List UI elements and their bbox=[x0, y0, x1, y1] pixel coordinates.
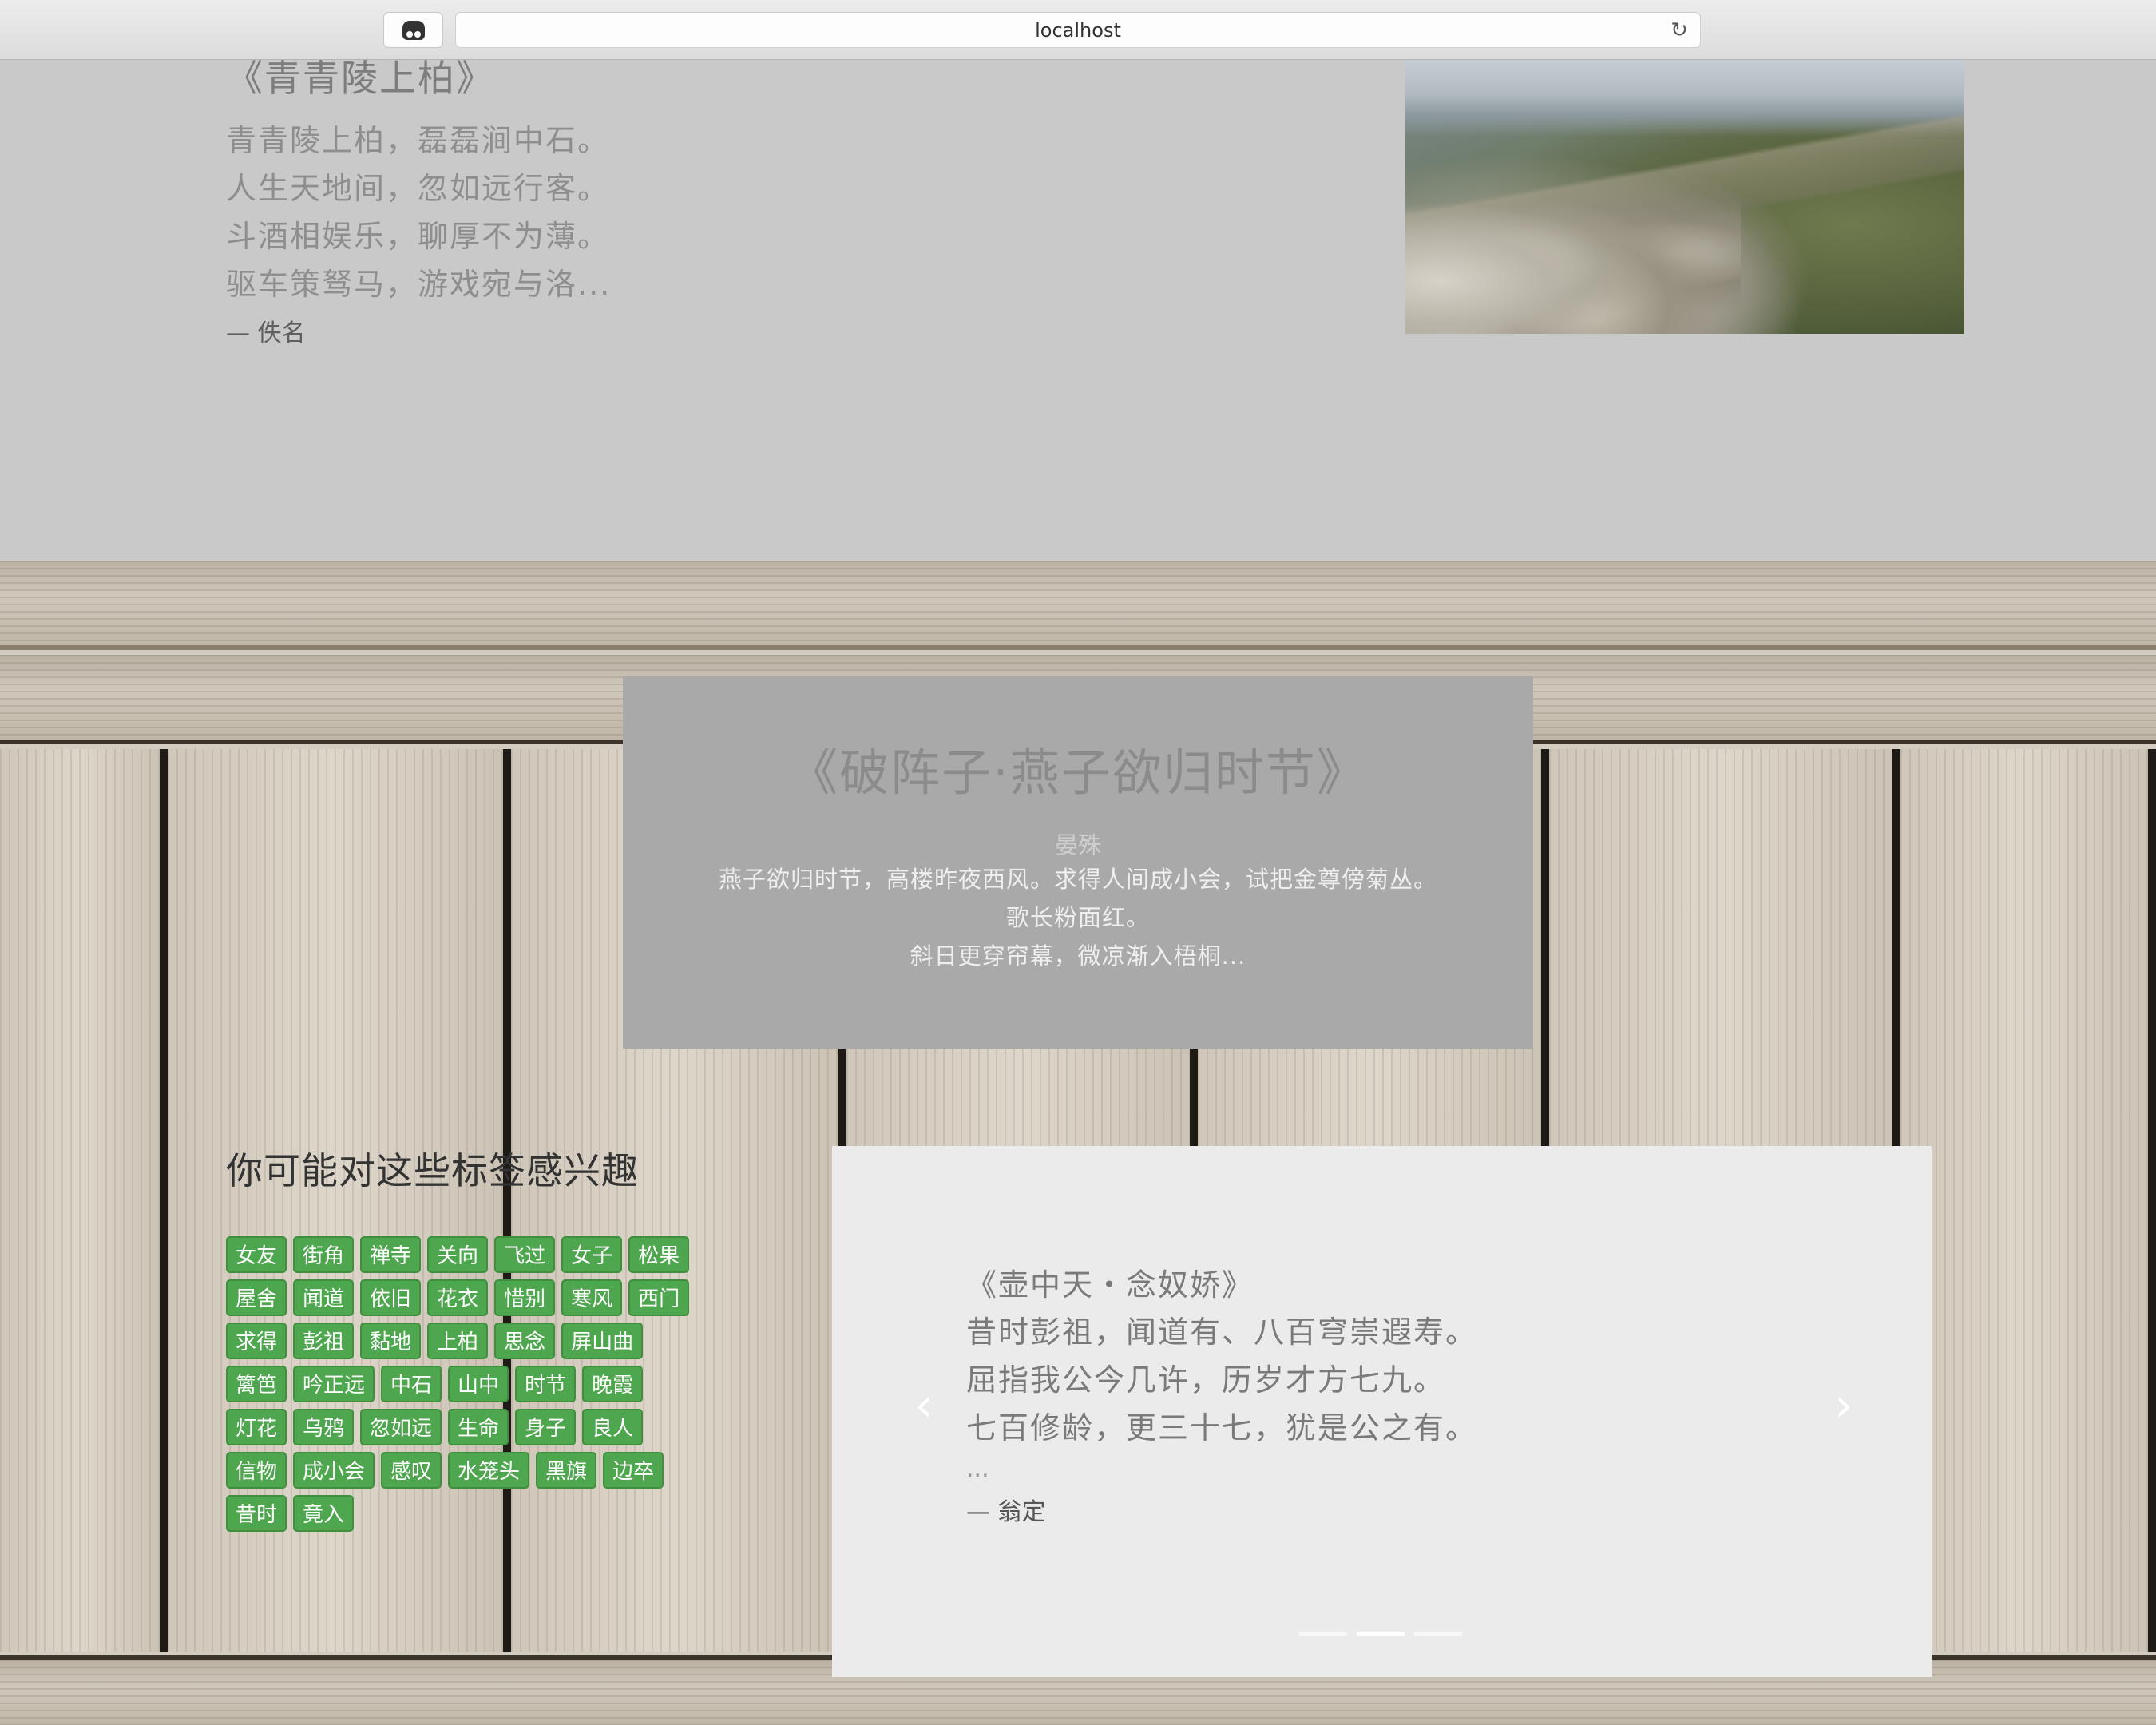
tag-chip[interactable]: 身子 bbox=[515, 1409, 577, 1445]
carousel-poem-line: 昔时彭祖，闻道有、八百穹崇遐寿。 bbox=[966, 1315, 1478, 1350]
tag-chip[interactable]: 黑旗 bbox=[536, 1452, 597, 1489]
tag-chip[interactable]: 成小会 bbox=[293, 1452, 375, 1489]
tag-chip[interactable]: 街角 bbox=[293, 1236, 355, 1273]
rocks bbox=[1405, 158, 1741, 334]
tag-chip[interactable]: 晚霞 bbox=[582, 1366, 644, 1402]
tag-chip[interactable]: 屋舍 bbox=[226, 1279, 287, 1316]
tag-chip[interactable]: 禅寺 bbox=[360, 1236, 422, 1273]
tag-chip[interactable]: 黏地 bbox=[360, 1322, 422, 1359]
tag-chip[interactable]: 山中 bbox=[448, 1366, 509, 1402]
top-section: 《青青陵上柏》 青青陵上柏，磊磊涧中石。 人生天地间，忽如远行客。 斗酒相娱乐，… bbox=[0, 0, 2156, 561]
poem-top-author: — 佚名 bbox=[226, 319, 306, 347]
tags-section-title: 你可能对这些标签感兴趣 bbox=[226, 1149, 639, 1192]
carousel-slide: 《壶中天・念奴娇》 昔时彭祖，闻道有、八百穹崇遐寿。 屈指我公今几许，历岁才方七… bbox=[966, 1262, 1477, 1527]
reload-icon[interactable]: ↻ bbox=[1668, 19, 1690, 42]
tag-chip[interactable]: 关向 bbox=[427, 1236, 489, 1273]
carousel-prev-arrow-icon[interactable]: ‹ bbox=[908, 1378, 940, 1432]
tag-chip[interactable]: 松果 bbox=[628, 1236, 690, 1273]
poem-center-line: 燕子欲归时节，高楼昨夜西风。求得人间成小会，试把金尊傍菊丛。 bbox=[718, 866, 1437, 893]
tag-chip[interactable]: 忽如远 bbox=[360, 1409, 442, 1445]
poem-top-line: 驱车策驽马，游戏宛与洛... bbox=[226, 267, 612, 302]
carousel-indicators bbox=[1299, 1632, 1462, 1636]
address-bar[interactable]: localhost ↻ bbox=[455, 12, 1701, 48]
private-browsing-icon bbox=[402, 20, 425, 40]
poem-center-line: 斜日更穿帘幕，微凉渐入梧桐... bbox=[910, 942, 1246, 970]
tag-chip[interactable]: 水笼头 bbox=[448, 1452, 530, 1489]
poem-center-card: 《破阵子·燕子欲归时节》 晏殊 燕子欲归时节，高楼昨夜西风。求得人间成小会，试把… bbox=[623, 676, 1533, 1049]
tag-chip[interactable]: 中石 bbox=[381, 1366, 442, 1402]
carousel-indicator[interactable] bbox=[1414, 1632, 1462, 1636]
poem-carousel: 《壶中天・念奴娇》 昔时彭祖，闻道有、八百穹崇遐寿。 屈指我公今几许，历岁才方七… bbox=[832, 1146, 1932, 1677]
tag-chip[interactable]: 边卒 bbox=[603, 1452, 664, 1489]
tag-chip[interactable]: 昔时 bbox=[226, 1495, 287, 1532]
tag-chip[interactable]: 良人 bbox=[582, 1409, 644, 1445]
private-tab-button[interactable] bbox=[383, 12, 443, 48]
tag-chip[interactable]: 篱笆 bbox=[226, 1366, 287, 1402]
tag-chip[interactable]: 屏山曲 bbox=[561, 1322, 644, 1359]
poem-top-line: 人生天地间，忽如远行客。 bbox=[226, 171, 610, 206]
carousel-poem-line: 七百修龄，更三十七，犹是公之有。 bbox=[966, 1410, 1478, 1445]
poem-center-author: 晏殊 bbox=[1054, 831, 1101, 859]
tag-chip[interactable]: 彭祖 bbox=[293, 1322, 355, 1359]
carousel-poem-ellipsis: ... bbox=[966, 1455, 989, 1483]
tag-chip[interactable]: 花衣 bbox=[427, 1279, 489, 1316]
tag-chip[interactable]: 感叹 bbox=[381, 1452, 442, 1489]
wood-plank bbox=[1900, 749, 2156, 1652]
tag-chip[interactable]: 寒风 bbox=[561, 1279, 623, 1316]
tag-chip[interactable]: 竟入 bbox=[293, 1495, 355, 1532]
carousel-next-arrow-icon[interactable]: › bbox=[1828, 1378, 1860, 1432]
wood-plank bbox=[0, 561, 2156, 650]
tag-chip[interactable]: 女子 bbox=[561, 1236, 623, 1273]
tag-chip[interactable]: 上柏 bbox=[427, 1322, 489, 1359]
carousel-indicator[interactable] bbox=[1299, 1632, 1347, 1636]
carousel-poem-author: — 翁定 bbox=[966, 1498, 1046, 1526]
tag-list: 女友 街角 禅寺 关向 飞过 女子 松果屋舍 闻道 依旧 花衣 惜别 寒风 西门求得 彭祖 黏地 上柏 思念 屏山… bbox=[226, 1236, 705, 1532]
poem-top-line: 青青陵上柏，磊磊涧中石。 bbox=[226, 123, 610, 158]
browser-toolbar: localhost ↻ bbox=[0, 0, 2156, 60]
tag-chip[interactable]: 信物 bbox=[226, 1452, 287, 1489]
tag-chip[interactable]: 飞过 bbox=[494, 1236, 556, 1273]
poem-top-line: 斗酒相娱乐，聊厚不为薄。 bbox=[226, 219, 610, 254]
tag-chip[interactable]: 思念 bbox=[494, 1322, 556, 1359]
tag-chip[interactable]: 生命 bbox=[448, 1409, 509, 1445]
tag-chip[interactable]: 求得 bbox=[226, 1322, 287, 1359]
tag-chip[interactable]: 依旧 bbox=[360, 1279, 422, 1316]
carousel-indicator-active[interactable] bbox=[1357, 1632, 1405, 1636]
carousel-poem-title[interactable]: 《壶中天・念奴娇》 bbox=[966, 1262, 1477, 1308]
tag-chip[interactable]: 乌鸦 bbox=[293, 1409, 355, 1445]
tag-chip[interactable]: 灯花 bbox=[226, 1409, 287, 1445]
tag-chip[interactable]: 吟正远 bbox=[293, 1366, 375, 1402]
poem-center-line: 歌长粉面红。 bbox=[1005, 904, 1150, 931]
tag-chip[interactable]: 惜别 bbox=[494, 1279, 556, 1316]
tag-chip[interactable]: 女友 bbox=[226, 1236, 287, 1273]
wood-plank bbox=[0, 749, 168, 1652]
landscape-image bbox=[1405, 60, 1964, 334]
poem-center-title[interactable]: 《破阵子·燕子欲归时节》 bbox=[623, 732, 1533, 804]
carousel-poem-line: 屈指我公今几许，历岁才方七九。 bbox=[966, 1362, 1446, 1398]
tag-chip[interactable]: 西门 bbox=[628, 1279, 690, 1316]
url-text: localhost bbox=[1035, 18, 1121, 42]
poem-top: 《青青陵上柏》 青青陵上柏，磊磊涧中石。 人生天地间，忽如远行客。 斗酒相娱乐，… bbox=[226, 50, 611, 348]
tag-chip[interactable]: 时节 bbox=[515, 1366, 577, 1402]
tag-chip[interactable]: 闻道 bbox=[293, 1279, 355, 1316]
